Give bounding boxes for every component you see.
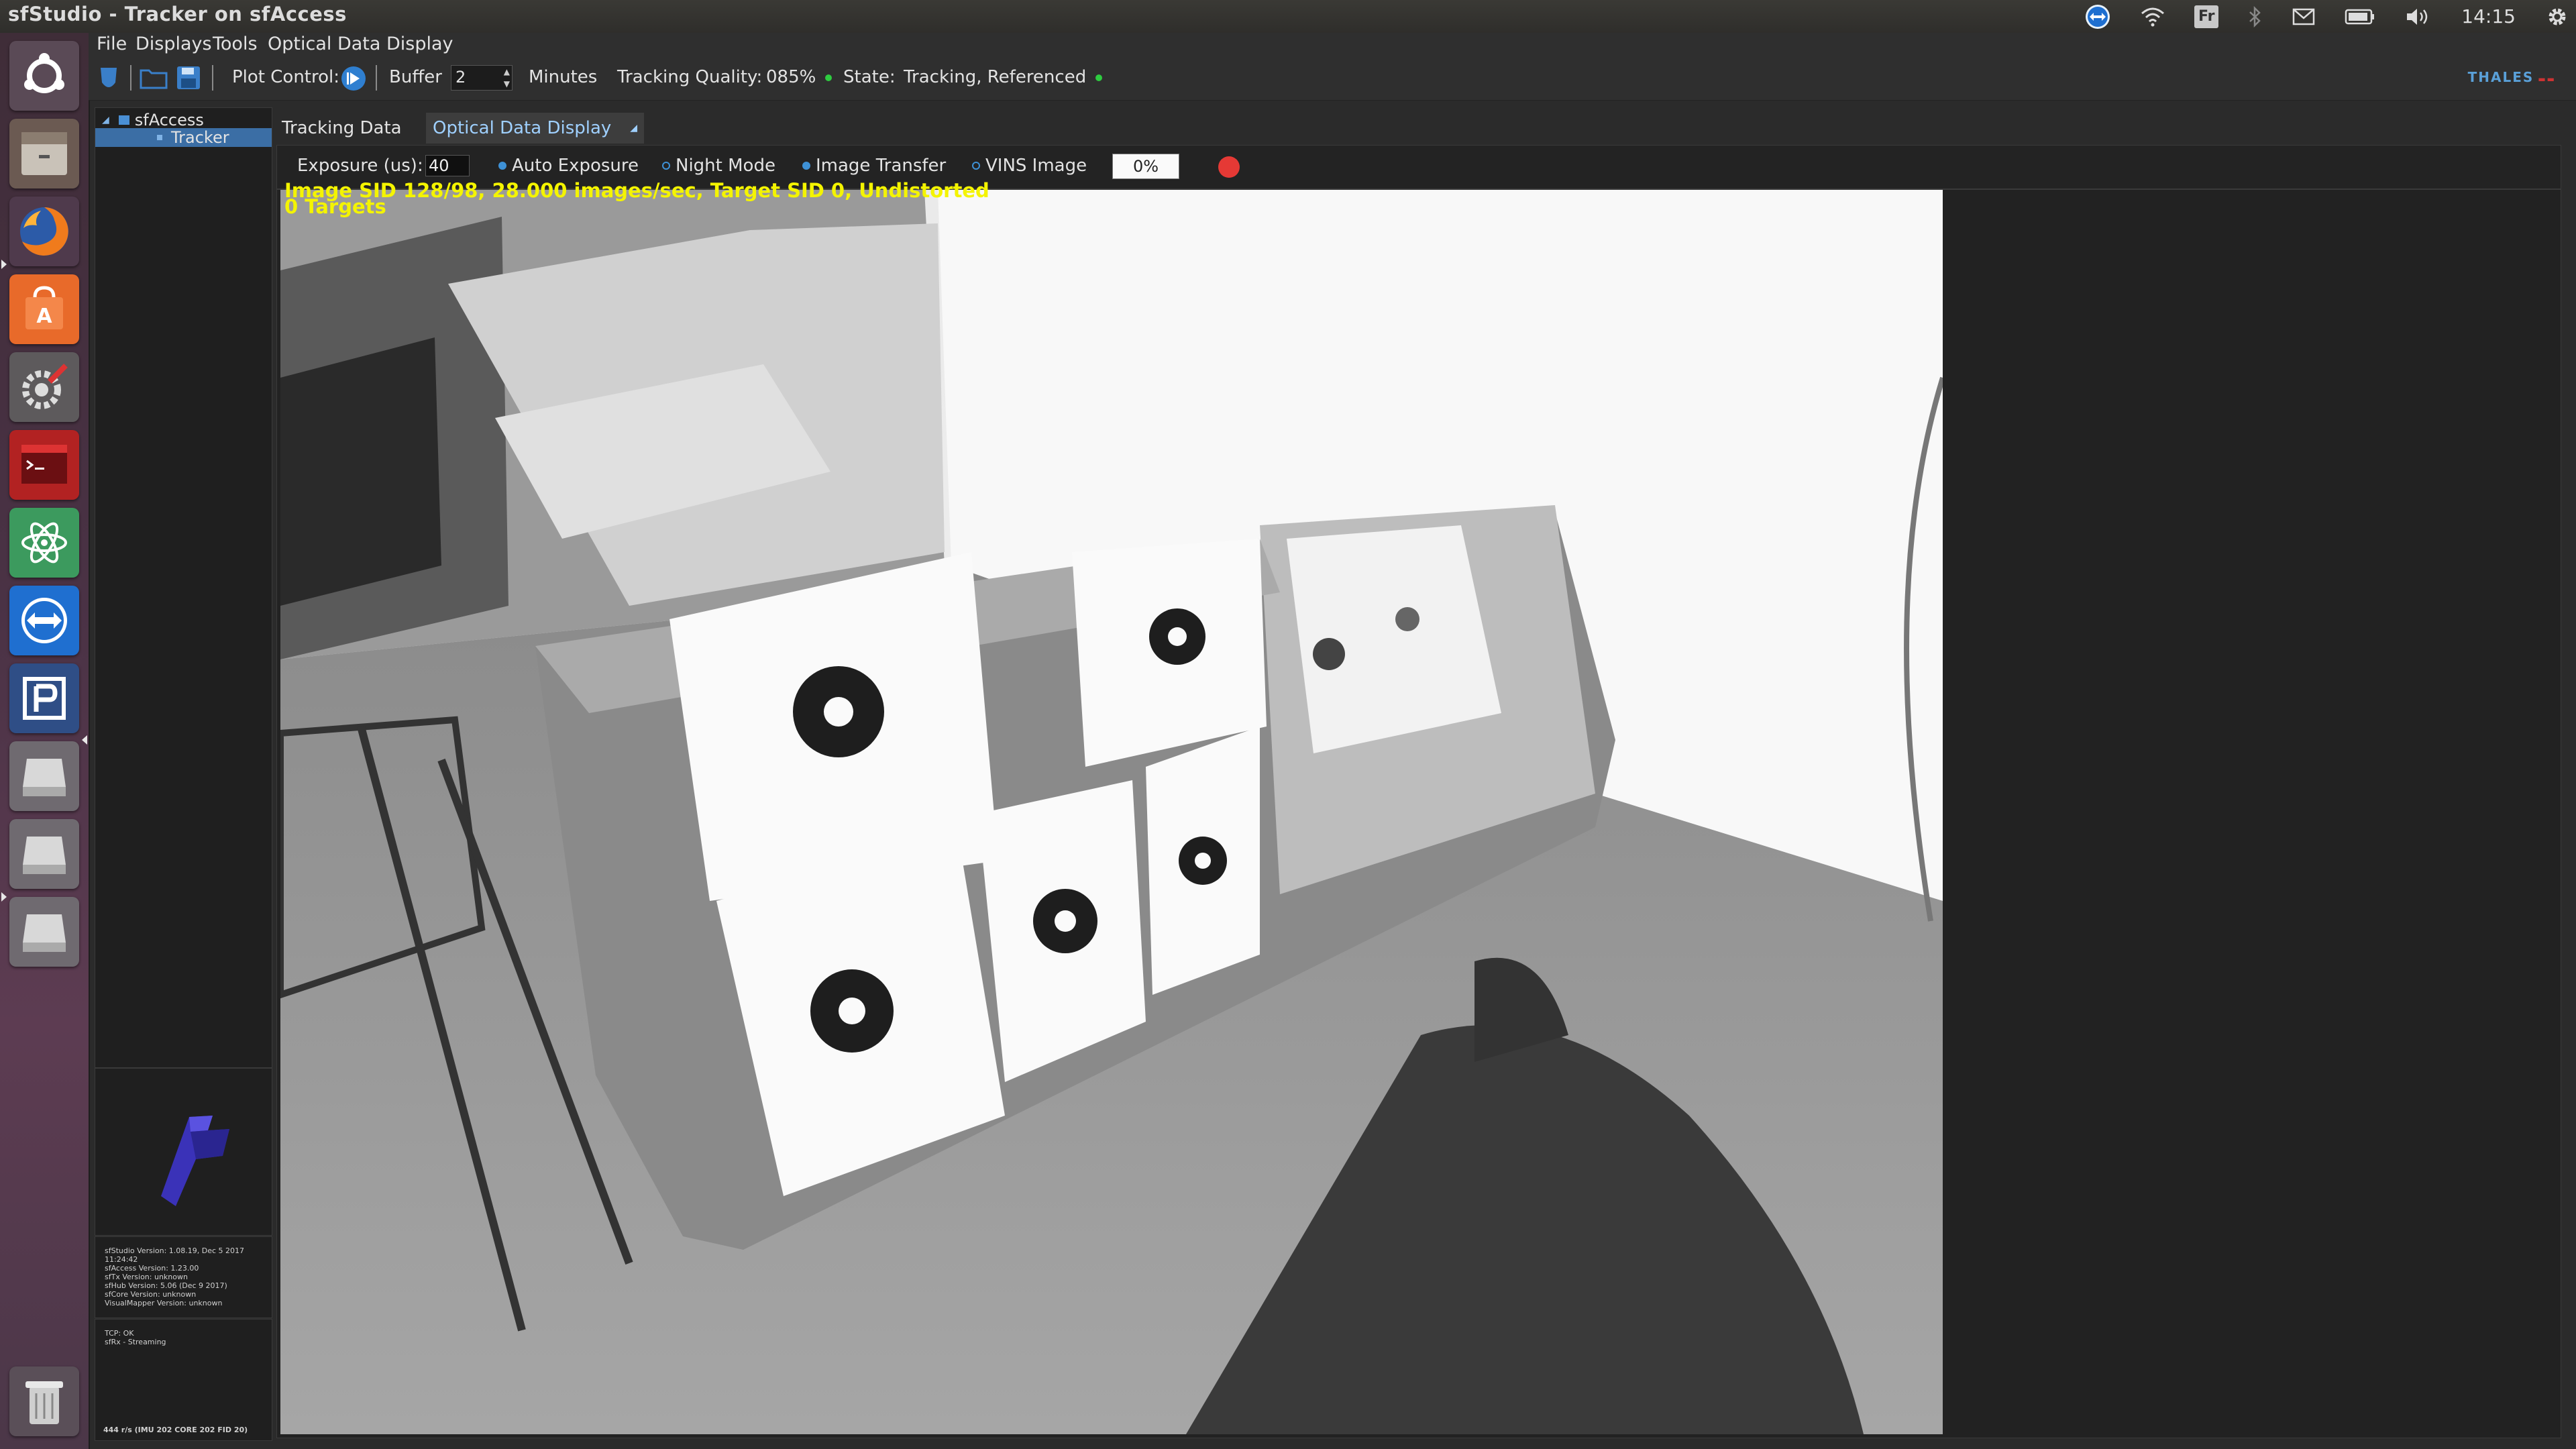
version-line: sfTx Version: unknown <box>105 1273 188 1281</box>
record-button[interactable] <box>1218 156 1240 178</box>
window-title: sfStudio - Tracker on sfAccess <box>8 3 347 25</box>
checkbox-indicator <box>802 162 810 170</box>
sfrx-status: sfRx - Streaming <box>105 1338 166 1346</box>
version-line: 11:24:42 <box>105 1255 138 1264</box>
custom-app-icon[interactable] <box>9 663 79 733</box>
atom-icon[interactable] <box>9 508 79 578</box>
buffer-value: 2 <box>455 68 466 87</box>
top-panel: sfStudio - Tracker on sfAccess Fr 14:15 <box>0 0 2576 34</box>
version-line: sfAccess Version: 1.23.00 <box>105 1264 199 1273</box>
device-icon <box>118 115 129 125</box>
tracking-quality-label: Tracking Quality: <box>617 67 763 87</box>
camera-image <box>280 190 1943 1434</box>
quality-status-dot <box>825 74 833 81</box>
device-tree: ◢ sfAccess Tracker <box>95 107 272 1068</box>
tab-optical-data-display[interactable]: Optical Data Display ◢ <box>426 113 644 144</box>
progress-bar: 0% <box>1112 154 1179 179</box>
progress-text: 0% <box>1132 157 1159 176</box>
toolbar: Plot Control: Buffer 2 ▲ ▼ Minutes Track… <box>89 56 2576 101</box>
menu-optical-data-display[interactable]: Optical Data Display <box>268 34 453 54</box>
drive-icon[interactable] <box>9 897 79 967</box>
play-button[interactable] <box>340 65 367 95</box>
teamviewer-icon[interactable] <box>9 586 79 655</box>
tcp-status: TCP: OK <box>105 1329 134 1338</box>
teamviewer-tray-icon[interactable] <box>2084 3 2111 30</box>
mail-icon[interactable] <box>2292 8 2315 25</box>
version-line: VisualMapper Version: unknown <box>105 1299 223 1307</box>
night-mode-checkbox[interactable]: Night Mode <box>662 156 775 176</box>
system-tray: Fr 14:15 <box>2070 0 2576 33</box>
bluetooth-icon[interactable] <box>2248 5 2263 28</box>
exposure-label: Exposure (us): <box>297 156 423 176</box>
svg-text:A: A <box>36 305 52 328</box>
launcher: A <box>0 33 90 1449</box>
exposure-input[interactable] <box>425 155 470 176</box>
expand-arrow-icon[interactable]: ◢ <box>102 115 109 125</box>
version-line: sfStudio Version: 1.08.19, Dec 5 2017 <box>105 1246 245 1255</box>
tree-item-sfaccess[interactable]: ◢ sfAccess <box>102 111 204 129</box>
state-value: Tracking, Referenced <box>904 67 1103 87</box>
volume-icon[interactable] <box>2405 7 2432 27</box>
drive-icon[interactable] <box>9 819 79 889</box>
tracker-3d-view[interactable] <box>95 1068 272 1236</box>
menu-file[interactable]: File <box>97 34 127 54</box>
open-folder-icon[interactable] <box>140 66 168 92</box>
connection-status: TCP: OK sfRx - Streaming 444 r/s (IMU 20… <box>95 1319 272 1441</box>
version-line: sfCore Version: unknown <box>105 1290 197 1299</box>
drive-icon[interactable] <box>9 741 79 811</box>
tree-item-tracker[interactable]: Tracker <box>95 128 272 147</box>
terminal-icon[interactable] <box>9 430 79 500</box>
menu-bar: File Displays Tools Optical Data Display <box>89 33 2576 56</box>
camera-scene <box>280 190 1943 1434</box>
tracker-model <box>161 1116 229 1206</box>
checkbox-indicator <box>498 162 506 170</box>
keyboard-layout-indicator[interactable]: Fr <box>2194 5 2219 28</box>
battery-icon[interactable] <box>2345 8 2375 25</box>
menu-displays[interactable]: Displays <box>136 34 212 54</box>
target-board <box>1146 727 1260 995</box>
clock[interactable]: 14:15 <box>2461 5 2516 28</box>
data-rate: 444 r/s (IMU 202 CORE 202 FID 20) <box>103 1426 248 1434</box>
tracking-quality-value: 085% <box>766 67 833 87</box>
software-center-icon[interactable]: A <box>9 274 79 344</box>
files-icon[interactable] <box>9 119 79 189</box>
vins-image-checkbox[interactable]: VINS Image <box>972 156 1087 176</box>
menu-tools[interactable]: Tools <box>213 34 258 54</box>
state-label: State: <box>843 67 896 87</box>
auto-exposure-checkbox[interactable]: Auto Exposure <box>498 156 639 176</box>
close-tab-icon[interactable]: ◢ <box>630 113 637 144</box>
target-board <box>1072 539 1267 767</box>
buffer-label: Buffer <box>389 67 442 87</box>
checkbox-indicator <box>972 162 980 170</box>
gear-icon[interactable] <box>2545 5 2569 29</box>
tab-tracking-data[interactable]: Tracking Data <box>275 113 431 144</box>
tracker-icon <box>157 135 162 140</box>
buffer-spinbox[interactable]: 2 ▲ ▼ <box>451 65 513 91</box>
minutes-label: Minutes <box>529 67 598 87</box>
wifi-icon[interactable] <box>2141 7 2165 27</box>
trash-icon[interactable] <box>9 1366 79 1436</box>
save-icon[interactable] <box>176 65 201 93</box>
version-info: sfStudio Version: 1.08.19, Dec 5 2017 11… <box>95 1236 272 1318</box>
ubuntu-home-icon[interactable] <box>9 41 79 111</box>
image-transfer-checkbox[interactable]: Image Transfer <box>802 156 946 176</box>
spin-up-icon[interactable]: ▲ <box>504 67 510 76</box>
image-overlay-text: Image SID 128/98, 28.000 images/sec, Tar… <box>284 179 989 218</box>
plot-control-label: Plot Control: <box>232 67 340 87</box>
thales-logo: THALES ▬▬ <box>2467 69 2556 85</box>
firefox-icon[interactable] <box>9 197 79 266</box>
version-line: sfHub Version: 5.06 (Dec 9 2017) <box>105 1281 227 1290</box>
system-settings-icon[interactable] <box>9 352 79 422</box>
connect-icon[interactable] <box>97 65 121 95</box>
checkbox-indicator <box>662 162 670 170</box>
spin-down-icon[interactable]: ▼ <box>504 79 510 89</box>
state-status-dot <box>1095 74 1103 81</box>
